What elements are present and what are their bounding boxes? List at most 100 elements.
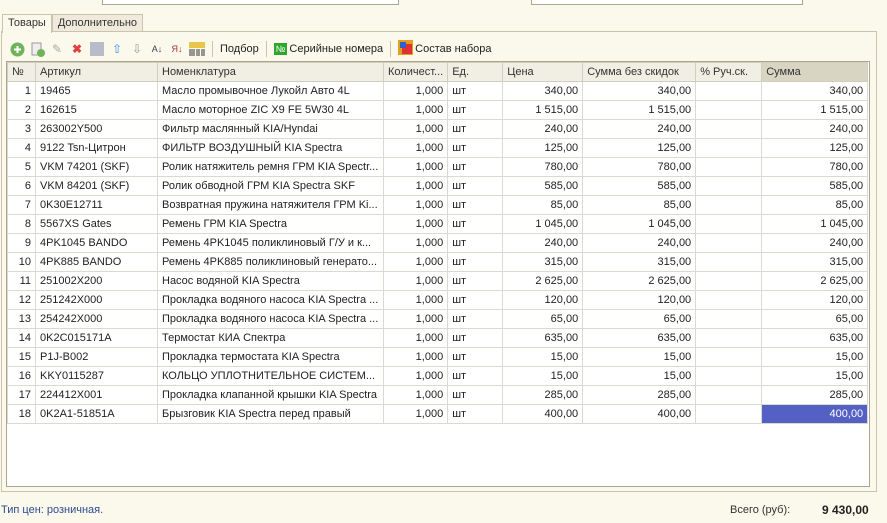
cell-sum-no-discount[interactable]: 2 625,00: [582, 271, 697, 291]
cell-unit[interactable]: шт: [447, 119, 504, 139]
column-header-row-number[interactable]: №: [7, 62, 36, 82]
cell-sum-no-discount[interactable]: 15,00: [582, 347, 697, 367]
cell-quantity[interactable]: 1,000: [382, 366, 449, 386]
cell-price[interactable]: 635,00: [502, 328, 584, 348]
cell-nomenclature[interactable]: Прокладка термостата KIA Spectra: [157, 347, 384, 367]
cell-sum-no-discount[interactable]: 315,00: [582, 252, 697, 272]
cell-manual-discount[interactable]: [695, 138, 763, 158]
cell-row-number[interactable]: 18: [7, 404, 36, 424]
cell-price[interactable]: 315,00: [502, 252, 584, 272]
cell-sum[interactable]: 1 045,00: [761, 214, 869, 234]
cell-article[interactable]: 0K30E12711: [35, 195, 158, 215]
cell-price[interactable]: 585,00: [502, 176, 584, 196]
cell-sum[interactable]: 400,00: [761, 404, 869, 424]
cell-article[interactable]: VKM 84201 (SKF): [35, 176, 158, 196]
cell-row-number[interactable]: 16: [7, 366, 36, 386]
column-header-sum[interactable]: Сумма: [761, 62, 869, 82]
cell-quantity[interactable]: 1,000: [382, 176, 449, 196]
cell-price[interactable]: 285,00: [502, 385, 584, 405]
cell-sum-no-discount[interactable]: 585,00: [582, 176, 697, 196]
cell-manual-discount[interactable]: [695, 290, 763, 310]
cell-price[interactable]: 15,00: [502, 347, 584, 367]
cell-nomenclature[interactable]: Ремень 4PK1045 поликлиновый Г/У и к...: [157, 233, 384, 253]
cell-nomenclature[interactable]: Масло промывочное Лукойл Авто 4L: [157, 81, 384, 101]
cell-article[interactable]: 5567XS Gates: [35, 214, 158, 234]
cell-price[interactable]: 120,00: [502, 290, 584, 310]
cell-sum[interactable]: 780,00: [761, 157, 869, 177]
cell-quantity[interactable]: 1,000: [382, 404, 449, 424]
cell-quantity[interactable]: 1,000: [382, 309, 449, 329]
cell-article[interactable]: 263002Y500: [35, 119, 158, 139]
column-header-manual-discount[interactable]: % Руч.ск.: [695, 62, 763, 82]
cell-quantity[interactable]: 1,000: [382, 233, 449, 253]
table-row[interactable]: 6 VKM 84201 (SKF) Ролик обводной ГРМ KIA S…: [7, 176, 869, 196]
column-header-price[interactable]: Цена: [502, 62, 584, 82]
cell-sum-no-discount[interactable]: 240,00: [582, 233, 697, 253]
cell-nomenclature[interactable]: Термостат КИА Спектра: [157, 328, 384, 348]
cell-unit[interactable]: шт: [447, 138, 504, 158]
cell-sum[interactable]: 1 515,00: [761, 100, 869, 120]
cell-manual-discount[interactable]: [695, 119, 763, 139]
cell-price[interactable]: 240,00: [502, 119, 584, 139]
cell-manual-discount[interactable]: [695, 233, 763, 253]
cell-article[interactable]: 9122 Tsn-Цитрон: [35, 138, 158, 158]
move-down-icon[interactable]: ⇩: [129, 41, 145, 57]
table-row[interactable]: 12 251242X000 Прокладка водяного насоса KI…: [7, 290, 869, 310]
cell-row-number[interactable]: 7: [7, 195, 36, 215]
delete-icon[interactable]: ✖: [69, 41, 85, 57]
cell-manual-discount[interactable]: [695, 328, 763, 348]
table-row[interactable]: 8 5567XS Gates Ремень ГРМ KIA Spectra 1,000…: [7, 214, 869, 234]
cell-row-number[interactable]: 6: [7, 176, 36, 196]
cell-article[interactable]: VKM 74201 (SKF): [35, 157, 158, 177]
cell-article[interactable]: 162615: [35, 100, 158, 120]
cell-manual-discount[interactable]: [695, 404, 763, 424]
cell-manual-discount[interactable]: [695, 157, 763, 177]
table-row[interactable]: 15 P1J-B002 Прокладка термостата KIA Spect…: [7, 347, 869, 367]
cell-sum[interactable]: 65,00: [761, 309, 869, 329]
cell-article[interactable]: KKY0115287: [35, 366, 158, 386]
column-header-unit[interactable]: Ед.: [447, 62, 504, 82]
cell-sum[interactable]: 240,00: [761, 233, 869, 253]
cell-price[interactable]: 400,00: [502, 404, 584, 424]
cell-manual-discount[interactable]: [695, 81, 763, 101]
column-header-nomenclature[interactable]: Номенклатура: [157, 62, 384, 82]
sort-asc-icon[interactable]: А↓: [149, 41, 165, 57]
cell-quantity[interactable]: 1,000: [382, 100, 449, 120]
column-header-article[interactable]: Артикул: [35, 62, 158, 82]
cell-sum[interactable]: 285,00: [761, 385, 869, 405]
serial-numbers-button[interactable]: № Серийные номера: [273, 43, 383, 55]
cell-row-number[interactable]: 3: [7, 119, 36, 139]
cell-unit[interactable]: шт: [447, 366, 504, 386]
cell-sum-no-discount[interactable]: 1 515,00: [582, 100, 697, 120]
cell-nomenclature[interactable]: КОЛЬЦО УПЛОТНИТЕЛЬНОЕ СИСТЕМ...: [157, 366, 384, 386]
cell-sum[interactable]: 340,00: [761, 81, 869, 101]
cell-row-number[interactable]: 9: [7, 233, 36, 253]
cell-nomenclature[interactable]: Масло моторное ZIC X9 FE 5W30 4L: [157, 100, 384, 120]
cell-price[interactable]: 1 515,00: [502, 100, 584, 120]
cell-unit[interactable]: шт: [447, 309, 504, 329]
cell-row-number[interactable]: 8: [7, 214, 36, 234]
top-field-1[interactable]: [102, 0, 399, 5]
cell-sum-no-discount[interactable]: 340,00: [582, 81, 697, 101]
cell-manual-discount[interactable]: [695, 347, 763, 367]
cell-price[interactable]: 780,00: [502, 157, 584, 177]
cell-nomenclature[interactable]: Насос водяной KIA Spectra: [157, 271, 384, 291]
cell-price[interactable]: 15,00: [502, 366, 584, 386]
cell-quantity[interactable]: 1,000: [382, 385, 449, 405]
column-header-sum-no-discount[interactable]: Сумма без скидок: [582, 62, 697, 82]
cell-row-number[interactable]: 10: [7, 252, 36, 272]
cell-unit[interactable]: шт: [447, 176, 504, 196]
copy-add-icon[interactable]: [29, 41, 45, 57]
cell-sum[interactable]: 240,00: [761, 119, 869, 139]
cell-nomenclature[interactable]: Прокладка клапанной крышки KIA Spectra: [157, 385, 384, 405]
table-row[interactable]: 14 0K2C015171A Термостат КИА Спектра 1,000 ш…: [7, 328, 869, 348]
table-row[interactable]: 2 162615 Масло моторное ZIC X9 FE 5W30 4L 1…: [7, 100, 869, 120]
cell-unit[interactable]: шт: [447, 290, 504, 310]
end-edit-icon[interactable]: [89, 41, 105, 57]
table-row[interactable]: 1 19465 Масло промывочное Лукойл Авто 4L 1,…: [7, 81, 869, 101]
cell-row-number[interactable]: 13: [7, 309, 36, 329]
cell-manual-discount[interactable]: [695, 100, 763, 120]
cell-price[interactable]: 125,00: [502, 138, 584, 158]
cell-sum-no-discount[interactable]: 240,00: [582, 119, 697, 139]
table-row[interactable]: 11 251002X200 Насос водяной KIA Spectra 1,0…: [7, 271, 869, 291]
